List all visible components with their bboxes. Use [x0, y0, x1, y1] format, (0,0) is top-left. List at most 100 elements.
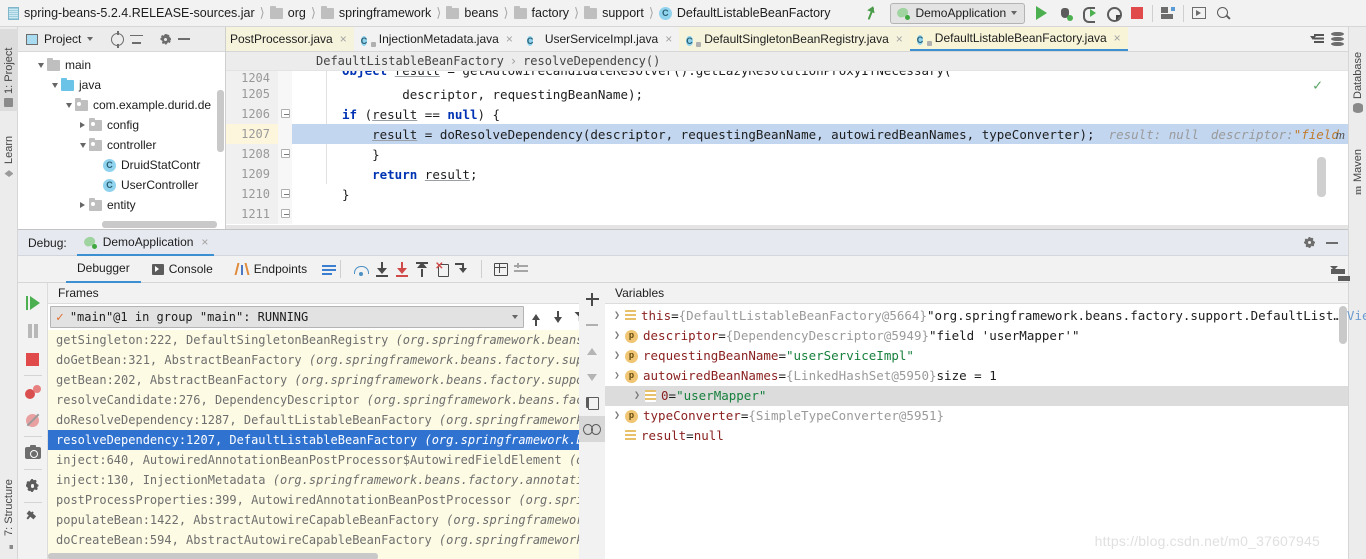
sidebar-item-project[interactable]: 1: Project: [0, 29, 18, 111]
breadcrumb-item-springframework[interactable]: springframework: [320, 5, 431, 20]
locate-file-icon[interactable]: [111, 30, 125, 48]
tree-node-usercontroller[interactable]: C UserController: [18, 175, 225, 195]
close-icon[interactable]: ×: [340, 32, 347, 46]
fold-gutter[interactable]: [278, 204, 292, 224]
close-icon[interactable]: ×: [896, 32, 903, 46]
variable-row-autowiredbeannames[interactable]: ❯ p autowiredBeanNames = {LinkedHashSet@…: [605, 366, 1348, 386]
tree-twisty[interactable]: ❯: [609, 326, 625, 346]
frame-row-selected[interactable]: resolveDependency:1207, DefaultListableB…: [48, 430, 592, 450]
sidebar-item-database[interactable]: Database: [1349, 31, 1366, 117]
remove-watch-button[interactable]: [579, 312, 605, 338]
fold-gutter[interactable]: [278, 164, 292, 184]
hide-panel-icon[interactable]: [178, 38, 191, 40]
frame-row[interactable]: postProcessProperties:399, AutowiredAnno…: [48, 490, 592, 510]
tab-postprocessor[interactable]: PostProcessor.java ×: [226, 27, 354, 51]
tree-twisty[interactable]: ❯: [609, 306, 625, 326]
frame-down-button[interactable]: [548, 306, 568, 328]
tree-twisty[interactable]: ❯: [609, 346, 625, 366]
tree-twisty[interactable]: [76, 122, 89, 128]
move-down-button[interactable]: [579, 364, 605, 390]
editor-lines[interactable]: 1204 Object result = getAutowireCandidat…: [226, 71, 1348, 229]
project-tree-horizontal-scrollbar[interactable]: [102, 221, 217, 228]
fold-gutter[interactable]: [278, 144, 292, 164]
tab-userserviceimpl[interactable]: C UserServiceImpl.java ×: [519, 27, 680, 51]
hide-panel-icon[interactable]: [1326, 241, 1338, 244]
tab-defaultlistablebeanfactory[interactable]: C DefaultListableBeanFactory.java ×: [909, 27, 1128, 51]
inspect-button[interactable]: [579, 416, 605, 442]
code-line-1206[interactable]: 1206 if (result == null) {: [226, 104, 1348, 124]
take-snapshot-button[interactable]: [18, 439, 48, 467]
debug-settings-button[interactable]: [18, 472, 48, 500]
frame-row[interactable]: inject:130, InjectionMetadata (org.sprin…: [48, 470, 592, 490]
code-line-1207-current[interactable]: 1207 result = doResolveDependency(descri…: [226, 124, 1348, 144]
variable-row-descriptor[interactable]: ❯ p descriptor = {DependencyDescriptor@5…: [605, 326, 1348, 346]
run-button[interactable]: [1029, 1, 1053, 25]
add-watch-button[interactable]: [579, 286, 605, 312]
drop-frame-icon[interactable]: ✕: [435, 262, 450, 277]
frames-list[interactable]: getSingleton:222, DefaultSingletonBeanRe…: [48, 330, 592, 559]
editor-breadcrumb-class[interactable]: DefaultListableBeanFactory: [316, 54, 504, 68]
layout-button[interactable]: [1156, 1, 1180, 25]
variable-row-requestingbeanname[interactable]: ❯ p requestingBeanName = "userServiceImp…: [605, 346, 1348, 366]
step-over-icon[interactable]: [353, 262, 370, 276]
tree-node-config[interactable]: config: [18, 115, 225, 135]
fold-gutter[interactable]: [278, 184, 292, 204]
variable-row-this[interactable]: ❯ this = {DefaultListableBeanFactory@566…: [605, 306, 1366, 326]
breadcrumb-item-beans[interactable]: beans: [446, 5, 498, 20]
editor-vertical-scrollbar[interactable]: [1317, 157, 1326, 197]
tree-twisty[interactable]: [34, 62, 47, 68]
sidebar-item-structure[interactable]: 7: Structure: [0, 457, 18, 553]
thread-selector[interactable]: ✓ "main"@1 in group "main": RUNNING: [50, 306, 524, 328]
code-line-1208[interactable]: 1208 }: [226, 144, 1348, 164]
debug-button[interactable]: [1053, 1, 1077, 25]
copy-stack-button[interactable]: [579, 390, 605, 416]
code-line-1211[interactable]: 1211 }: [226, 204, 1348, 224]
tree-twisty[interactable]: [62, 102, 75, 108]
editor-breadcrumb-method[interactable]: resolveDependency(): [523, 54, 660, 68]
close-icon[interactable]: ×: [201, 235, 208, 249]
breadcrumb-item-org[interactable]: org: [269, 5, 306, 20]
sidebar-item-maven[interactable]: m Maven: [1349, 127, 1366, 199]
fold-gutter[interactable]: [278, 84, 292, 104]
frame-row[interactable]: resolveCandidate:276, DependencyDescript…: [48, 390, 592, 410]
layout-lines-icon[interactable]: [322, 264, 337, 275]
tab-defaultsingletonbeanregistry[interactable]: C DefaultSingletonBeanRegistry.java ×: [679, 27, 910, 51]
breadcrumb-item-factory[interactable]: factory: [513, 5, 569, 20]
tree-twisty[interactable]: ❯: [609, 406, 625, 426]
breadcrumb-item-class[interactable]: C DefaultListableBeanFactory: [658, 6, 830, 20]
run-configuration-selector[interactable]: DemoApplication: [890, 2, 1026, 24]
frame-row[interactable]: populateBean:1422, AbstractAutowireCapab…: [48, 510, 592, 530]
collapse-all-icon[interactable]: [130, 33, 144, 46]
debug-session-tab[interactable]: DemoApplication ×: [76, 230, 215, 256]
view-breakpoints-button[interactable]: [18, 378, 48, 406]
variables-list[interactable]: ❯ this = {DefaultListableBeanFactory@566…: [605, 304, 1366, 446]
gear-icon[interactable]: [1303, 236, 1316, 249]
tree-twisty[interactable]: [76, 142, 89, 148]
database-stack-icon[interactable]: [1331, 32, 1344, 46]
search-everywhere-button[interactable]: [1211, 1, 1235, 25]
fold-gutter[interactable]: [278, 124, 292, 144]
mute-breakpoints-button[interactable]: [18, 406, 48, 434]
inspection-ok-icon[interactable]: ✓: [1313, 76, 1322, 94]
tab-debugger[interactable]: Debugger: [66, 256, 141, 283]
frame-row[interactable]: doGetBean:321, AbstractBeanFactory (org.…: [48, 350, 592, 370]
frame-row[interactable]: doResolveDependency:1287, DefaultListabl…: [48, 410, 592, 430]
profile-button[interactable]: [1101, 1, 1125, 25]
sidebar-item-learn[interactable]: Learn: [0, 119, 18, 181]
tree-node-main[interactable]: main: [18, 55, 225, 75]
stop-button[interactable]: [1125, 1, 1149, 25]
tree-node-package-root[interactable]: com.example.durid.de: [18, 95, 225, 115]
frames-horizontal-scrollbar[interactable]: [48, 553, 378, 559]
pause-program-button[interactable]: [18, 317, 48, 345]
frame-row[interactable]: doCreateBean:594, AbstractAutowireCapabl…: [48, 530, 592, 550]
stop-program-button[interactable]: [18, 345, 48, 373]
frame-row[interactable]: getBean:202, AbstractBeanFactory (org.sp…: [48, 370, 592, 390]
tree-node-controller[interactable]: controller: [18, 135, 225, 155]
pin-tab-button[interactable]: [18, 505, 48, 533]
variable-row-result[interactable]: result = null: [605, 426, 1348, 446]
navigate-up-icon[interactable]: [864, 2, 886, 24]
tree-node-entity[interactable]: entity: [18, 195, 225, 215]
tree-node-java[interactable]: java: [18, 75, 225, 95]
tab-endpoints[interactable]: Endpoints: [224, 256, 318, 283]
close-icon[interactable]: ×: [665, 32, 672, 46]
